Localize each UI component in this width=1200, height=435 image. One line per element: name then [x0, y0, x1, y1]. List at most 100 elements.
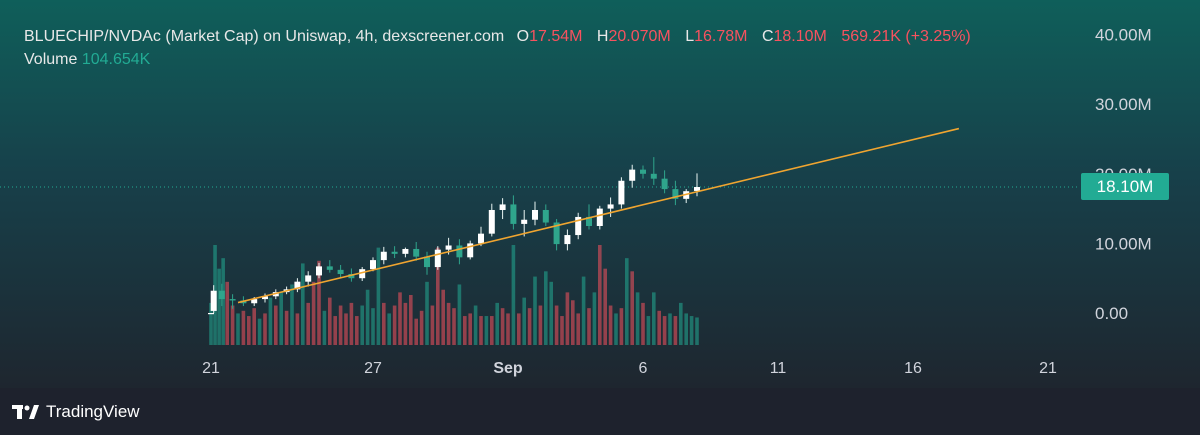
volume-bar [338, 305, 343, 345]
x-tick-label: 16 [904, 360, 922, 377]
volume-bar [252, 308, 256, 345]
volume-bar [441, 289, 445, 345]
volume-bar [657, 310, 661, 345]
candle-body [640, 169, 646, 174]
volume-bar [635, 292, 640, 345]
tradingview-brand[interactable]: TradingView [12, 402, 140, 422]
candle-body [564, 235, 571, 245]
open-key: O [516, 28, 530, 45]
volume-bar [695, 317, 699, 345]
volume-bar [511, 245, 516, 345]
x-tick-label: 6 [639, 360, 648, 377]
volume-bar [576, 313, 580, 345]
candle-body [607, 204, 614, 209]
volume-bar [328, 297, 332, 345]
volume-bar [544, 271, 548, 345]
volume-bar [263, 313, 267, 345]
x-tick-label: 21 [202, 360, 220, 377]
candle-body [218, 290, 225, 300]
volume-bar [506, 313, 510, 345]
volume-bar [522, 297, 526, 345]
candle-body [650, 173, 657, 179]
volume-bar [673, 316, 678, 345]
volume-bar [479, 316, 483, 345]
high-value: 20.070M [608, 28, 671, 45]
volume-bar [598, 245, 602, 345]
volume-bar [625, 258, 629, 345]
volume-bar [533, 276, 537, 345]
volume-bar [306, 302, 310, 345]
candle-body [413, 248, 420, 257]
volume-bar [376, 247, 381, 345]
volume-bar [603, 268, 607, 345]
volume-bar [527, 308, 532, 345]
volume-bar [387, 313, 391, 345]
volume-bar [230, 305, 235, 345]
volume-bar [268, 297, 273, 345]
volume-bar [560, 316, 564, 345]
candle-body [391, 251, 398, 254]
volume-bar [641, 302, 645, 345]
candle-body [661, 178, 668, 190]
candle-body [316, 266, 322, 276]
volume-bar [349, 302, 354, 345]
volume-bar [517, 313, 521, 345]
volume-bar [646, 316, 651, 345]
candle-body [210, 290, 217, 311]
volume-bar [457, 284, 462, 345]
volume-bar [322, 310, 327, 345]
volume-bar [414, 318, 418, 345]
tradingview-logo-icon [12, 405, 39, 419]
candle-body [208, 313, 214, 315]
volume-bar [217, 268, 221, 345]
volume-bar [668, 313, 672, 345]
volume-bar [419, 310, 424, 345]
candle-body [499, 204, 506, 210]
x-tick-label: 11 [770, 360, 787, 377]
volume-bar [679, 302, 683, 345]
volume-bar [284, 310, 289, 345]
volume-bar [452, 308, 456, 345]
volume-bar [495, 302, 499, 345]
volume-bar [257, 318, 262, 345]
volume-bar [587, 308, 591, 345]
candle-body [694, 187, 700, 191]
candle-body [488, 209, 495, 234]
volume-bar [571, 300, 575, 345]
volume-bar [608, 305, 613, 345]
volume-bar [565, 292, 570, 345]
low-value: 16.78M [694, 28, 748, 45]
volume-bar [409, 295, 413, 345]
candle-body [337, 269, 344, 275]
volume-bar [554, 305, 559, 345]
y-tick-label: 10.00M [1095, 234, 1152, 253]
candle-body [305, 275, 312, 282]
volume-bar [490, 316, 494, 345]
volume-bar [430, 305, 435, 345]
candle-body [510, 204, 517, 224]
volume-bar [365, 289, 370, 345]
candle-body [229, 299, 236, 301]
candle-body [445, 245, 452, 250]
candle-body [434, 249, 441, 268]
candle-body [629, 169, 636, 181]
current-price-label: 18.10M [1081, 173, 1169, 200]
volume-bar [355, 316, 359, 345]
volume-bar [549, 281, 553, 345]
candle-body [542, 209, 549, 223]
volume-bar [344, 313, 348, 345]
change-value: 569.21K (+3.25%) [841, 28, 971, 45]
chart-screenshot: 0.0010.00M20.00M30.00M40.00M 2127Sep6111… [0, 0, 1200, 435]
chart-legend: BLUECHIP/NVDAc (Market Cap) on Uniswap, … [24, 25, 981, 71]
volume-bar [392, 305, 397, 345]
candle-body [380, 251, 387, 261]
volume-bar [311, 281, 316, 345]
volume-bar [360, 305, 364, 345]
volume-bar [371, 308, 375, 345]
volume-bar [619, 308, 624, 345]
volume-bar [538, 305, 543, 345]
symbol-title: BLUECHIP/NVDAc (Market Cap) on Uniswap, … [24, 28, 505, 45]
volume-bar [425, 281, 429, 345]
candle-body [521, 219, 528, 224]
ohlc-row: BLUECHIP/NVDAc (Market Cap) on Uniswap, … [24, 25, 981, 48]
